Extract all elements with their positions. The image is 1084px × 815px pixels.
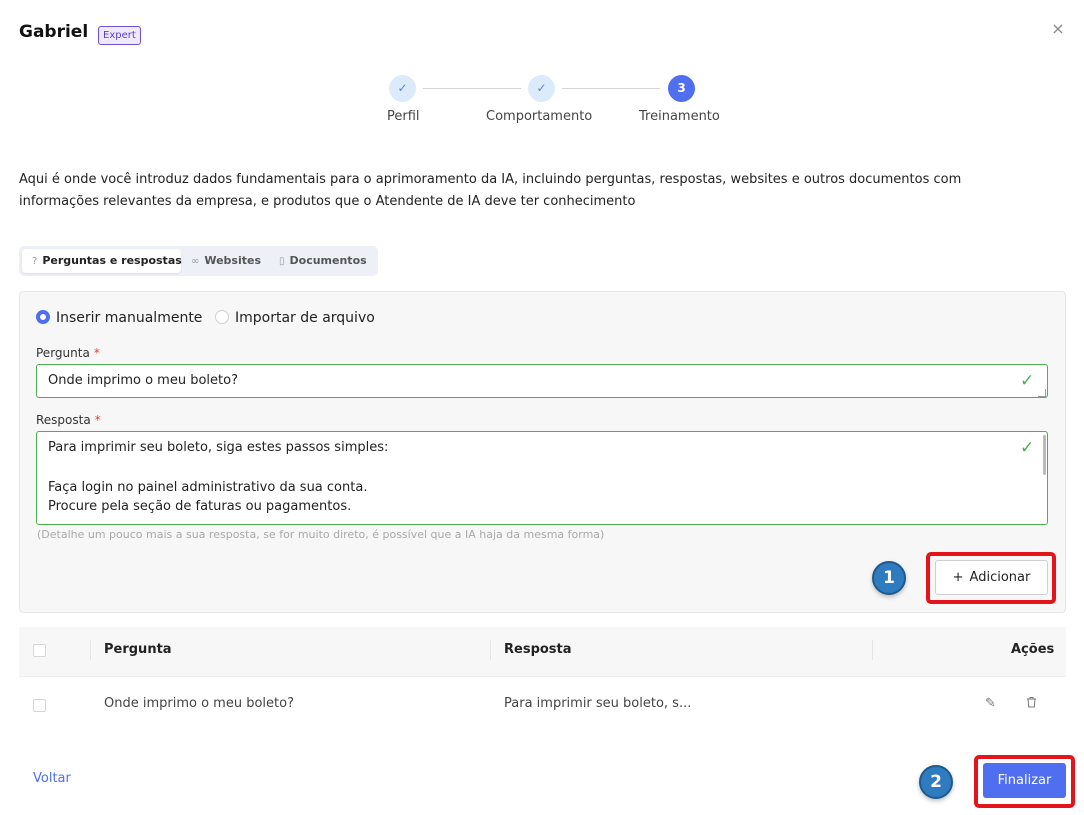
close-icon[interactable]: × (1050, 21, 1066, 37)
column-header-pergunta: Pergunta (104, 642, 172, 657)
radio-label: Inserir manualmente (56, 310, 203, 326)
row-answer: Para imprimir seu boleto, s... (504, 696, 692, 711)
add-button[interactable]: + Adicionar (935, 560, 1048, 595)
trash-icon[interactable] (1026, 696, 1037, 712)
edit-icon[interactable]: ✎ (985, 696, 996, 711)
resize-handle-icon[interactable] (1038, 389, 1046, 397)
answer-field-label: Resposta * (36, 413, 101, 427)
row-question: Onde imprimo o meu boleto? (104, 696, 294, 711)
agent-name: Gabriel (19, 22, 89, 42)
step-2-check-icon: ✓ (528, 75, 555, 102)
tab-label: Perguntas e respostas (42, 254, 182, 267)
add-button-label: Adicionar (969, 570, 1031, 585)
question-field-label: Pergunta * (36, 346, 100, 360)
column-divider (90, 640, 91, 660)
step-connector (562, 88, 660, 89)
annotation-marker-1: 1 (872, 561, 906, 595)
answer-line: Procure pela seção de faturas ou pagamen… (48, 499, 352, 514)
radio-importar-arquivo[interactable]: Importar de arquivo (215, 309, 375, 327)
plus-icon: + (952, 570, 964, 585)
radio-unselected-icon (215, 310, 229, 324)
row-checkbox[interactable] (33, 699, 46, 712)
content-type-tabs: ? Perguntas e respostas ∞ Websites ▯ Docume… (19, 246, 378, 276)
answer-textarea[interactable]: Para imprimir seu boleto, siga estes pas… (36, 431, 1048, 525)
step-1-check-icon: ✓ (389, 75, 416, 102)
radio-inserir-manualmente[interactable]: Inserir manualmente (36, 309, 202, 327)
answer-line: Para imprimir seu boleto, siga estes pas… (48, 440, 389, 455)
column-header-acoes: Ações (1011, 642, 1055, 657)
valid-check-icon: ✓ (1020, 371, 1035, 391)
column-header-resposta: Resposta (504, 642, 572, 657)
answer-label-text: Resposta (36, 413, 91, 427)
step-label-comportamento: Comportamento (486, 109, 593, 124)
required-marker: * (94, 413, 101, 427)
question-input[interactable]: Onde imprimo o meu boleto? (36, 364, 1048, 398)
step-label-perfil: Perfil (387, 109, 420, 124)
required-marker: * (93, 346, 100, 360)
column-divider (490, 640, 491, 660)
question-label-text: Pergunta (36, 346, 90, 360)
tab-label: Websites (204, 254, 262, 267)
tab-documentos[interactable]: ▯ Documentos (277, 249, 373, 273)
question-circle-icon: ? (32, 256, 38, 267)
answer-hint: (Detalhe um pouco mais a sua resposta, s… (37, 528, 605, 541)
valid-check-icon: ✓ (1020, 438, 1035, 458)
tab-label: Documentos (289, 254, 367, 267)
step-label-treinamento: Treinamento (639, 109, 720, 124)
radio-selected-icon (36, 310, 50, 324)
finish-button[interactable]: Finalizar (983, 763, 1066, 798)
tab-websites[interactable]: ∞ Websites (189, 249, 269, 273)
annotation-marker-2: 2 (919, 765, 953, 799)
link-icon: ∞ (191, 256, 200, 267)
document-icon: ▯ (279, 256, 285, 267)
textarea-scrollbar[interactable] (1043, 435, 1046, 475)
step-connector (423, 88, 521, 89)
select-all-checkbox[interactable] (33, 644, 46, 657)
column-divider (872, 640, 873, 660)
back-link[interactable]: Voltar (33, 771, 71, 786)
step-3-number: 3 (668, 75, 695, 102)
tab-perguntas-respostas[interactable]: ? Perguntas e respostas (22, 249, 182, 273)
answer-line: Faça login no painel administrativo da s… (48, 480, 368, 495)
expert-badge: Expert (98, 26, 141, 45)
intro-text: Aqui é onde você introduz dados fundamen… (19, 172, 962, 209)
radio-label: Importar de arquivo (235, 310, 375, 326)
